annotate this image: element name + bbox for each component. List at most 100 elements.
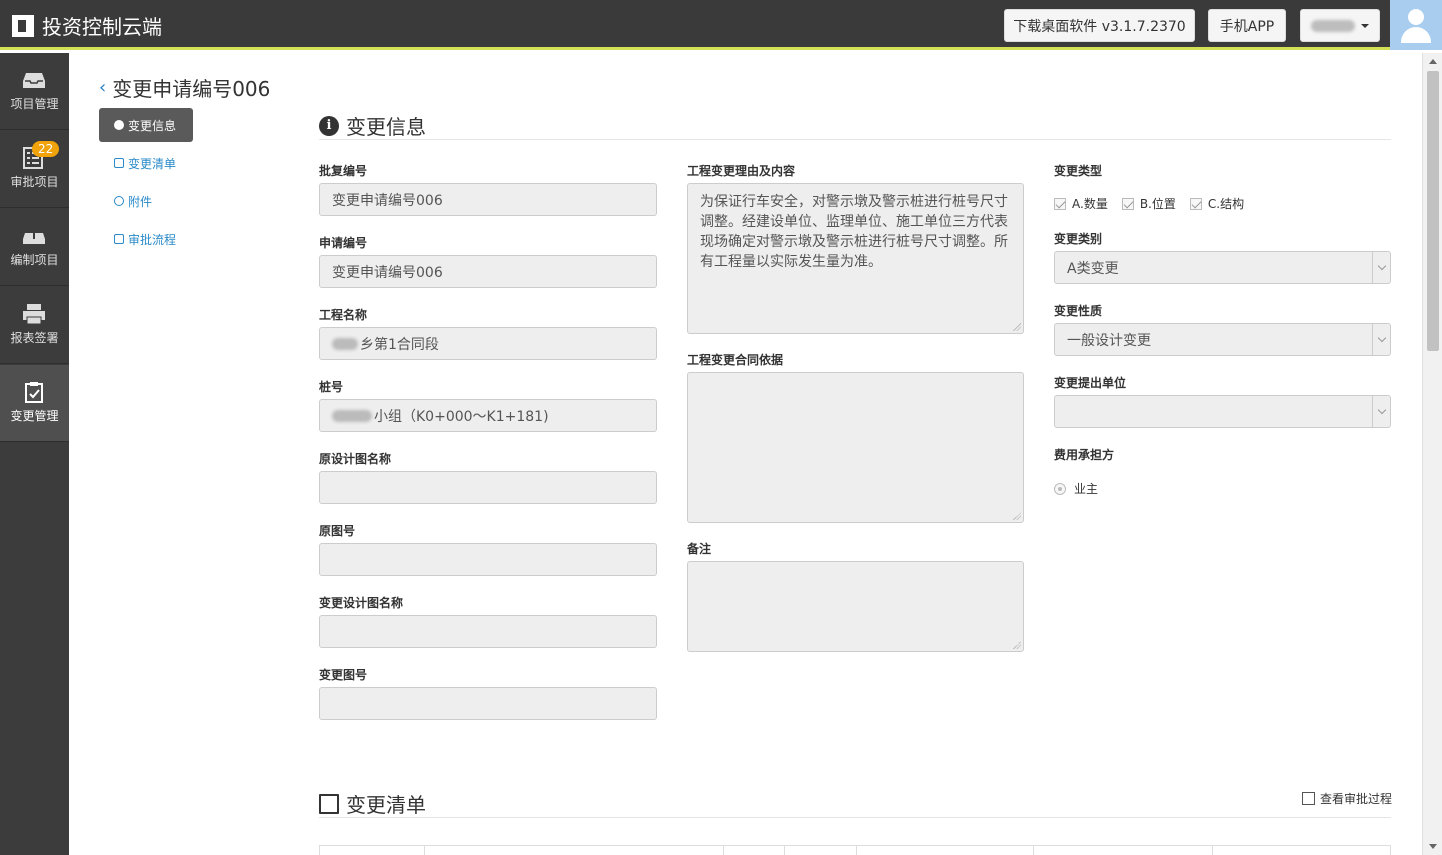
- section-title-change-list: 变更清单: [319, 789, 426, 818]
- subnav-change-list[interactable]: 变更清单: [99, 146, 193, 180]
- sidebar: 项目管理 22 审批项目 编制项目 报表签署 变更管理: [0, 53, 69, 855]
- download-desktop-button[interactable]: 下载桌面软件 v3.1.7.2370: [1004, 9, 1195, 42]
- clipboard-check-icon: [25, 382, 43, 403]
- chevron-down-icon: [1372, 324, 1390, 355]
- remark-textarea[interactable]: [687, 561, 1024, 652]
- resize-handle-icon[interactable]: [1013, 512, 1021, 520]
- approval-no-field[interactable]: 变更申请编号006: [319, 183, 657, 216]
- page-title: 变更申请编号006: [112, 77, 271, 101]
- cost-bearer-label: 费用承担方: [1054, 448, 1115, 462]
- user-menu-button[interactable]: [1300, 9, 1380, 42]
- app-logo[interactable]: 投资控制云端: [12, 11, 162, 40]
- chevron-down-icon: [1372, 396, 1390, 427]
- sidebar-item-reports[interactable]: 报表签署: [0, 287, 69, 364]
- stake-no-field[interactable]: 小组（K0+000～K1+181): [319, 399, 657, 432]
- inbox-icon: [23, 73, 45, 88]
- sidebar-item-compile[interactable]: 编制项目: [0, 209, 69, 286]
- change-drawing-no-label: 变更图号: [319, 668, 368, 682]
- project-name-label: 工程名称: [319, 308, 368, 322]
- checkbox-unchecked[interactable]: [1302, 792, 1315, 805]
- username-redacted: [1311, 19, 1355, 32]
- scroll-thumb[interactable]: [1427, 71, 1439, 351]
- divider: [319, 817, 1391, 818]
- chevron-left-icon: ‹: [99, 77, 107, 98]
- sidebar-item-label: 项目管理: [10, 97, 59, 111]
- back-link[interactable]: ‹ 变更申请编号006: [99, 73, 270, 102]
- change-nature-select[interactable]: 一般设计变更: [1054, 323, 1391, 356]
- mobile-app-button[interactable]: 手机APP: [1208, 9, 1286, 42]
- sidebar-item-approval[interactable]: 22 审批项目: [0, 131, 69, 208]
- vertical-scrollbar[interactable]: [1422, 53, 1442, 855]
- redacted-text: [332, 409, 372, 422]
- remark-label: 备注: [687, 542, 712, 556]
- proposer-select[interactable]: [1054, 395, 1391, 428]
- approval-no-label: 批复编号: [319, 164, 368, 178]
- info-icon: i: [319, 115, 339, 136]
- sidebar-item-change-management[interactable]: 变更管理: [0, 365, 69, 442]
- sidebar-item-label: 变更管理: [10, 409, 59, 423]
- sidebar-item-label: 报表签署: [10, 331, 59, 345]
- subnav-change-info[interactable]: 变更信息: [99, 108, 193, 142]
- resize-handle-icon[interactable]: [1013, 641, 1021, 649]
- contract-basis-label: 工程变更合同依据: [687, 353, 784, 367]
- paperclip-icon: [114, 196, 124, 206]
- project-name-field[interactable]: 乡第1合同段: [319, 327, 657, 360]
- chevron-down-icon: [1372, 252, 1390, 283]
- change-type-group: A.数量 B.位置 C.结构: [1054, 195, 1258, 212]
- resize-handle-icon[interactable]: [1013, 323, 1021, 331]
- change-list-table: [319, 845, 1391, 855]
- cost-bearer-option-owner[interactable]: 业主: [1054, 480, 1098, 497]
- top-bar: 投资控制云端 下载桌面软件 v3.1.7.2370 手机APP: [0, 0, 1442, 50]
- list-icon: [319, 793, 339, 814]
- check-square-icon: [114, 234, 124, 244]
- change-drawing-no-field[interactable]: [319, 687, 657, 720]
- subnav-attachments[interactable]: 附件: [99, 184, 193, 218]
- change-type-label: 变更类型: [1054, 164, 1103, 178]
- orig-drawing-no-field[interactable]: [319, 543, 657, 576]
- info-icon: [114, 120, 124, 130]
- approval-count-badge: 22: [32, 141, 60, 157]
- view-approval-process-toggle[interactable]: 查看审批过程: [1302, 790, 1392, 807]
- sidebar-item-project-management[interactable]: 项目管理: [0, 53, 69, 130]
- radio-selected[interactable]: [1054, 482, 1066, 495]
- redacted-text: [332, 337, 358, 350]
- sidebar-item-label: 编制项目: [10, 253, 59, 267]
- divider: [319, 139, 1391, 140]
- avatar[interactable]: [1390, 0, 1442, 50]
- proposer-label: 变更提出单位: [1054, 376, 1127, 390]
- orig-drawing-name-label: 原设计图名称: [319, 452, 392, 466]
- change-category-select[interactable]: A类变更: [1054, 251, 1391, 284]
- caret-down-icon: [1361, 23, 1369, 28]
- application-no-label: 申请编号: [319, 236, 368, 250]
- scroll-down-icon[interactable]: [1429, 844, 1437, 849]
- change-type-option-structure[interactable]: C.结构: [1189, 195, 1244, 212]
- reason-label: 工程变更理由及内容: [687, 164, 796, 178]
- change-drawing-name-field[interactable]: [319, 615, 657, 648]
- orig-drawing-no-label: 原图号: [319, 524, 356, 538]
- sidebar-item-label: 审批项目: [10, 175, 59, 189]
- checkbox-checked[interactable]: [1121, 197, 1134, 210]
- logo-icon: [12, 14, 34, 37]
- section-nav: 变更信息 变更清单 附件 审批流程: [99, 108, 193, 260]
- app-title: 投资控制云端: [42, 15, 162, 39]
- checkbox-checked[interactable]: [1054, 197, 1066, 210]
- section-title-change-info: i 变更信息: [319, 111, 426, 140]
- change-nature-label: 变更性质: [1054, 304, 1103, 318]
- contract-basis-textarea[interactable]: [687, 372, 1024, 523]
- subnav-approval-flow[interactable]: 审批流程: [99, 222, 193, 256]
- checkbox-checked[interactable]: [1189, 197, 1202, 210]
- printer-icon: [23, 304, 45, 325]
- orig-drawing-name-field[interactable]: [319, 471, 657, 504]
- change-drawing-name-label: 变更设计图名称: [319, 596, 404, 610]
- change-type-option-position[interactable]: B.位置: [1121, 195, 1176, 212]
- stake-no-label: 桩号: [319, 380, 344, 394]
- user-icon: [1408, 9, 1424, 25]
- main-content: ‹ 变更申请编号006 变更信息 变更清单 附件 审批流程 i 变更信息 批复编…: [69, 53, 1422, 855]
- list-icon: [114, 158, 124, 168]
- change-type-option-quantity[interactable]: A.数量: [1054, 195, 1108, 212]
- reason-textarea[interactable]: 为保证行车安全，对警示墩及警示桩进行桩号尺寸调整。经建设单位、监理单位、施工单位…: [687, 183, 1024, 334]
- scroll-up-icon[interactable]: [1429, 59, 1437, 64]
- application-no-field[interactable]: 变更申请编号006: [319, 255, 657, 288]
- change-category-label: 变更类别: [1054, 232, 1103, 246]
- upload-tray-icon: [23, 226, 45, 244]
